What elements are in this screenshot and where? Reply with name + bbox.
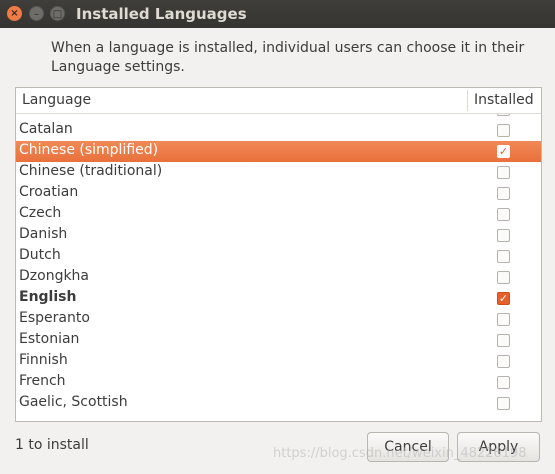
installed-checkbox[interactable] [497, 397, 510, 410]
installed-checkbox[interactable]: ✓ [497, 292, 510, 305]
language-name: French [19, 373, 66, 389]
table-row[interactable]: Danish [16, 225, 541, 246]
table-row[interactable]: Estonian [16, 330, 541, 351]
language-name: Esperanto [19, 310, 90, 326]
installed-checkbox[interactable] [497, 166, 510, 179]
table-row[interactable]: Finnish [16, 351, 541, 372]
language-name: Gaelic, Scottish [19, 394, 128, 410]
installed-checkbox[interactable] [497, 124, 510, 137]
table-row[interactable]: French [16, 372, 541, 393]
language-name: Danish [19, 226, 68, 242]
watermark: https://blog.csdn.net/weixin_48226198 [273, 446, 527, 461]
language-name: Estonian [19, 331, 80, 347]
table-row[interactable]: Czech [16, 204, 541, 225]
installed-checkbox[interactable] [497, 313, 510, 326]
column-header-language[interactable]: Language [22, 92, 91, 108]
installed-checkbox[interactable] [497, 271, 510, 284]
table-row[interactable]: English ✓ [16, 288, 541, 309]
minimize-button[interactable]: – [29, 6, 44, 21]
installed-checkbox[interactable] [497, 229, 510, 242]
table-row[interactable]: Chinese (simplified) ✓ [16, 141, 541, 162]
installed-checkbox[interactable] [497, 355, 510, 368]
installed-checkbox[interactable]: ✓ [497, 145, 510, 158]
column-divider [467, 90, 468, 111]
language-name: Czech [19, 205, 62, 221]
description-text: When a language is installed, individual… [51, 40, 525, 75]
window-title: Installed Languages [76, 5, 247, 23]
table-header: Language Installed [16, 88, 541, 114]
installed-checkbox[interactable] [497, 376, 510, 389]
language-name: Chinese (traditional) [19, 163, 163, 179]
language-name: English [19, 289, 77, 305]
language-name: Dutch [19, 247, 61, 263]
table-row[interactable]: Chinese (traditional) [16, 162, 541, 183]
language-name: Catalan [19, 121, 73, 137]
maximize-button[interactable]: □ [50, 6, 65, 21]
language-list[interactable]: Language Installed BurmeseCatalanChinese… [15, 87, 542, 422]
language-rows: BurmeseCatalanChinese (simplified)✓Chine… [16, 99, 541, 414]
installed-languages-window: × – □ Installed Languages When a languag… [0, 0, 555, 474]
table-row[interactable]: Dzongkha [16, 267, 541, 288]
status-text: 1 to install [15, 437, 89, 453]
language-name: Chinese (simplified) [19, 142, 159, 158]
column-header-installed[interactable]: Installed [474, 92, 534, 108]
close-button[interactable]: × [7, 6, 22, 21]
language-name: Finnish [19, 352, 68, 368]
table-row[interactable]: Gaelic, Scottish [16, 393, 541, 414]
installed-checkbox[interactable] [497, 250, 510, 263]
language-name: Dzongkha [19, 268, 90, 284]
installed-checkbox[interactable] [497, 334, 510, 347]
installed-checkbox[interactable] [497, 187, 510, 200]
table-row[interactable]: Catalan [16, 120, 541, 141]
table-row[interactable]: Esperanto [16, 309, 541, 330]
table-row[interactable]: Dutch [16, 246, 541, 267]
language-name: Croatian [19, 184, 79, 200]
title-bar[interactable]: × – □ Installed Languages [0, 0, 555, 28]
installed-checkbox[interactable] [497, 208, 510, 221]
table-row[interactable]: Croatian [16, 183, 541, 204]
